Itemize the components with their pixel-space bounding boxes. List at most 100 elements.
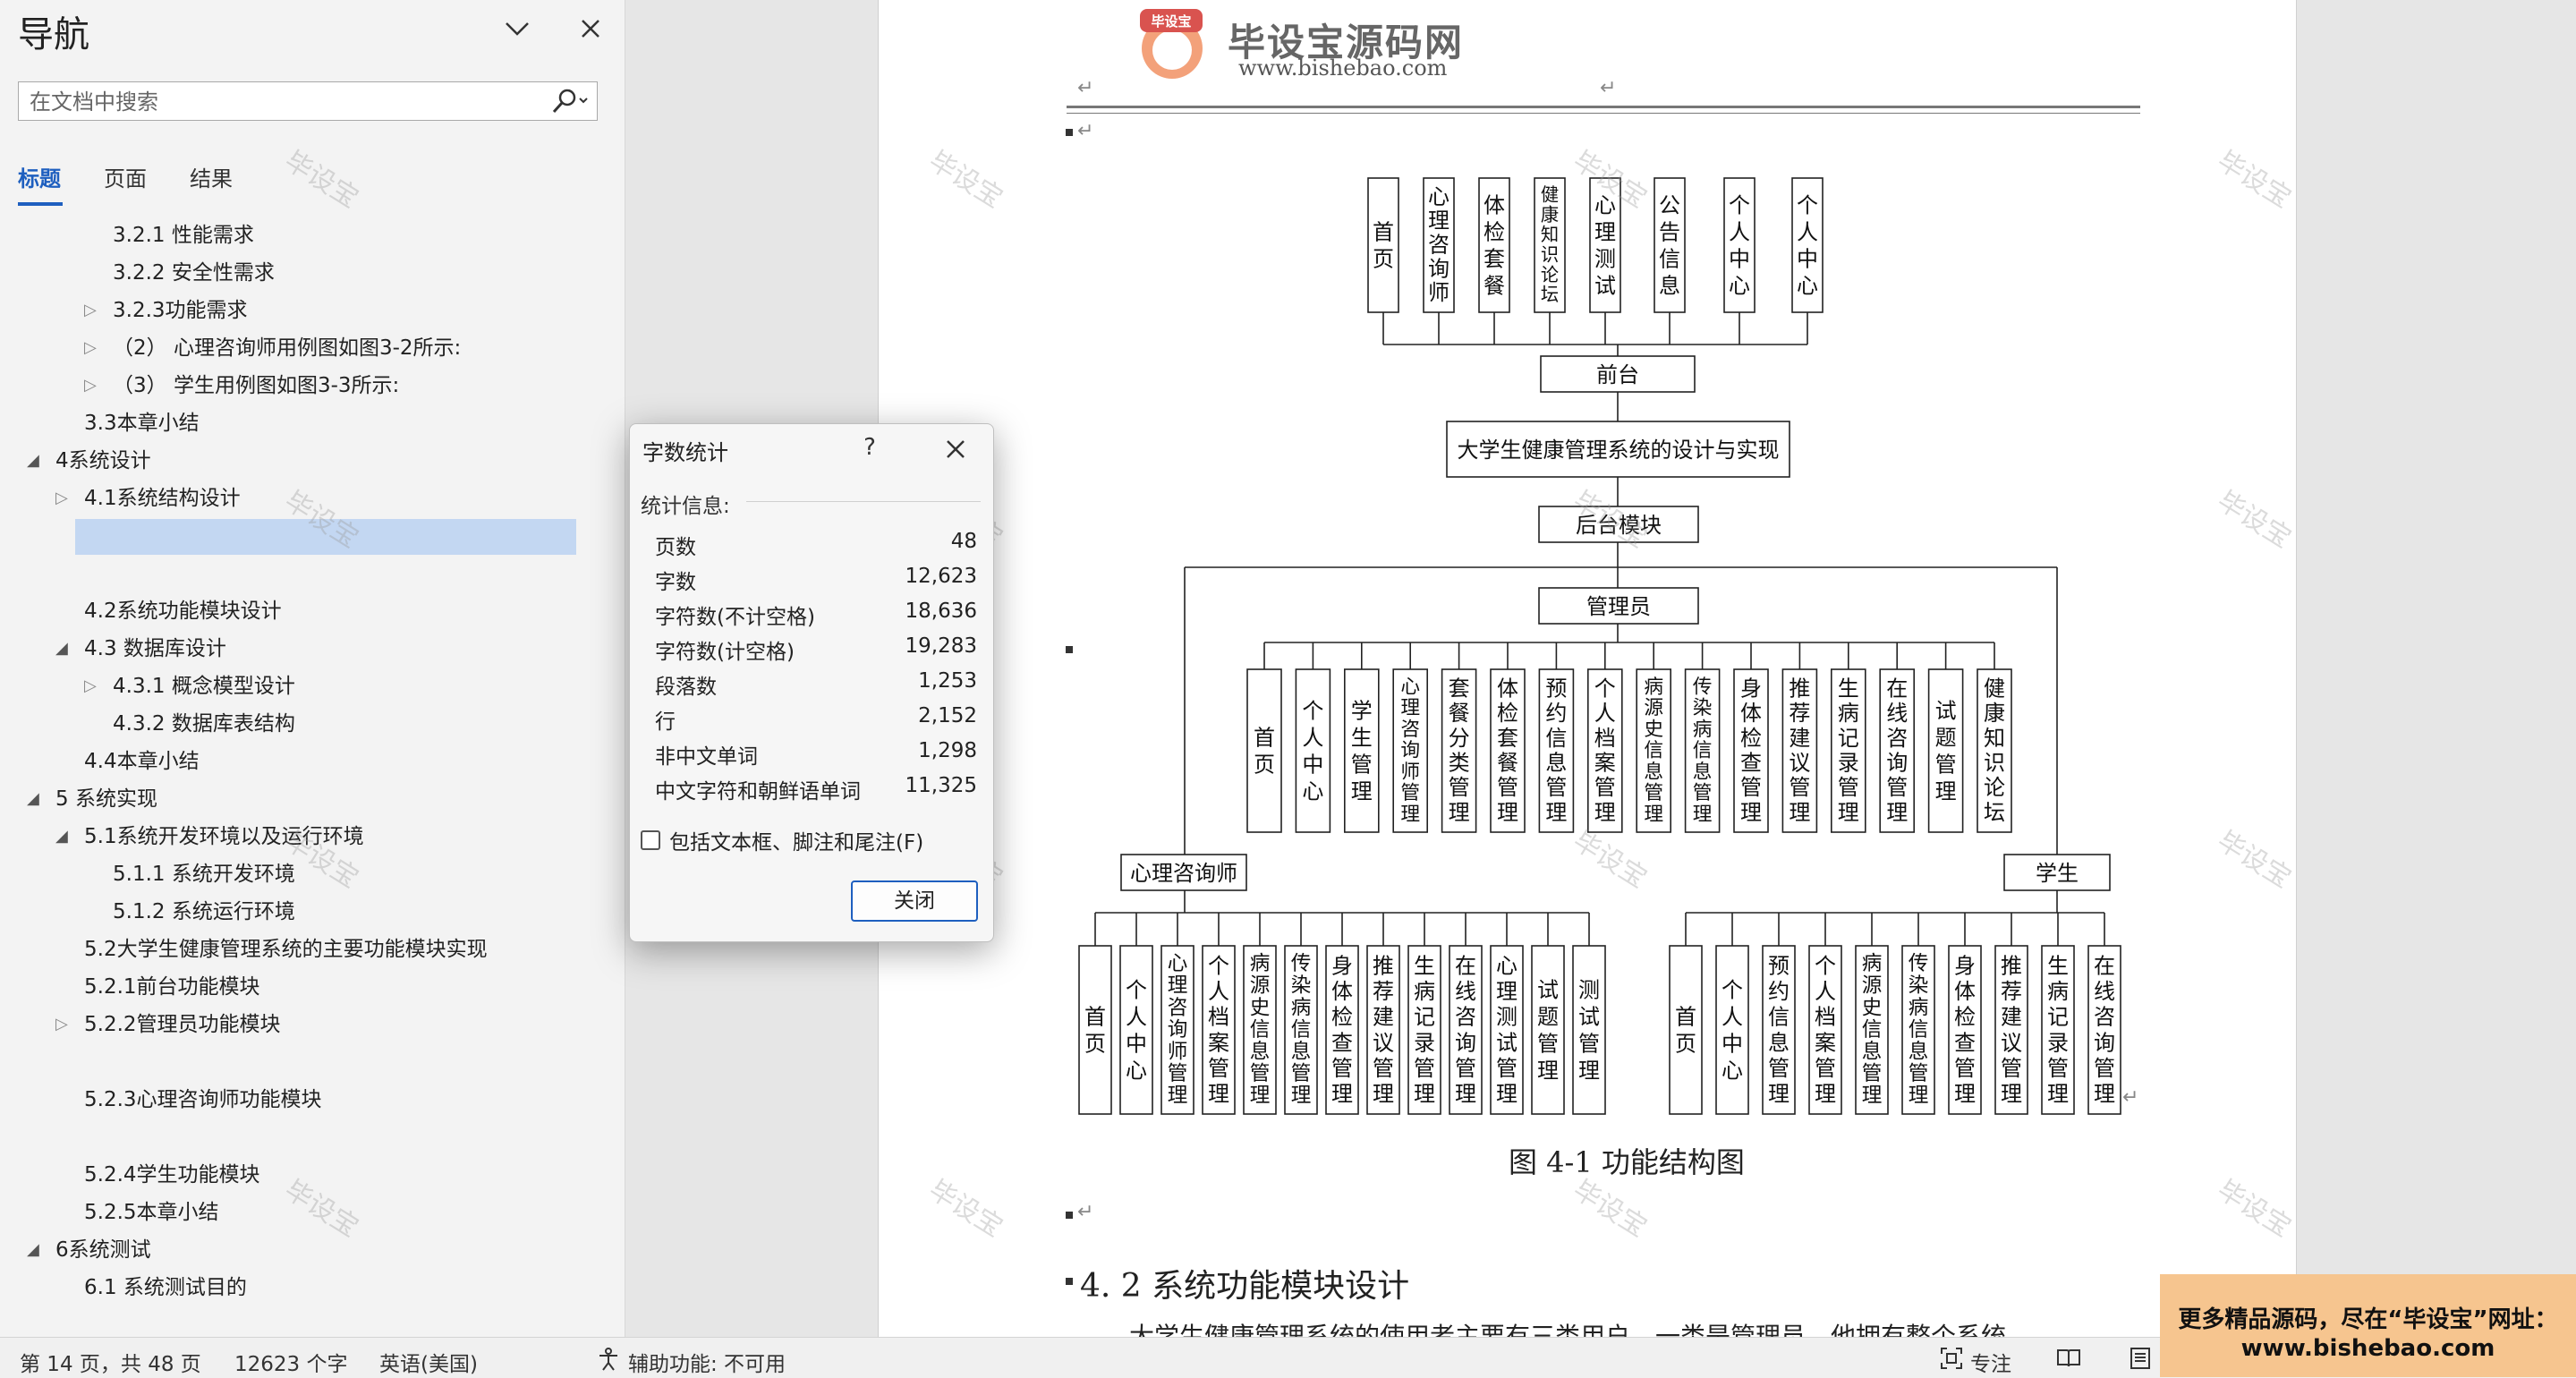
collapse-caret-icon[interactable]: ◢ <box>27 447 39 475</box>
stat-label: 字数 <box>655 571 696 594</box>
module-label: 在线咨询管理 <box>1455 953 1476 1106</box>
outline-item[interactable]: 5.2.2管理员功能模块 <box>84 1010 281 1039</box>
print-layout-icon[interactable] <box>2130 1347 2151 1370</box>
module-label: 身体检查管理 <box>1740 676 1762 825</box>
outline-item[interactable]: 4.3.2 数据库表结构 <box>113 710 295 738</box>
nav-options-button[interactable] <box>499 11 535 47</box>
collapse-caret-icon[interactable]: ◢ <box>27 1236 39 1264</box>
module-label: 生病记录管理 <box>1414 953 1435 1106</box>
module-label: 在线咨询管理 <box>2094 953 2115 1106</box>
module-label: 健康知识论坛 <box>1984 676 2005 825</box>
module-label: 心理测试管理 <box>1496 953 1518 1106</box>
outline-item[interactable]: 6系统测试 <box>55 1236 151 1264</box>
module-box <box>1367 177 1399 313</box>
paragraph-mark: ↵ <box>1600 77 1617 99</box>
outline-item[interactable]: 5.2大学生健康管理系统的主要功能模块实现 <box>84 935 488 964</box>
outline-item[interactable]: （2） 心理咨询师用例图如图3-2所示: <box>113 334 461 362</box>
checkbox-label: 包括文本框、脚注和尾注(F) <box>669 831 924 855</box>
expand-caret-icon[interactable]: ▷ <box>84 296 97 325</box>
help-button[interactable]: ? <box>854 431 886 464</box>
nav-close-button[interactable] <box>573 11 608 47</box>
read-mode-icon[interactable] <box>2056 1348 2081 1368</box>
outline-item[interactable]: 3.2.1 性能需求 <box>113 221 254 250</box>
section-divider <box>746 501 981 502</box>
outline-item[interactable]: 5 系统实现 <box>55 785 157 813</box>
outline-item[interactable]: 4.2系统功能模块设计 <box>84 597 282 625</box>
module-box <box>1119 945 1153 1115</box>
module-label: 心理咨询师 <box>1428 184 1450 305</box>
expand-caret-icon[interactable]: ▷ <box>55 1010 68 1039</box>
outline-item[interactable]: （3） 学生用例图如图3-3所示: <box>113 371 399 400</box>
expand-caret-icon[interactable]: ▷ <box>55 484 68 513</box>
outline-item[interactable]: 4.3 数据库设计 <box>84 634 226 663</box>
collapse-caret-icon[interactable]: ◢ <box>27 785 39 813</box>
outline-item[interactable]: 3.2.2 安全性需求 <box>113 259 275 287</box>
function-structure-diagram: 首页心理咨询师体检套餐健康知识论坛心理测试公告信息个人中心个人中心前台大学生健康… <box>1078 177 2121 1115</box>
outline-item[interactable]: 4.4本章小结 <box>84 747 200 776</box>
module-label: 传染病信息管理 <box>1909 952 1929 1107</box>
stat-label: 字符数(计空格) <box>655 641 795 664</box>
focus-mode-button[interactable]: 专注 <box>1970 1347 2011 1377</box>
paragraph-mark: ↵ <box>1077 120 1094 142</box>
close-icon <box>582 20 599 38</box>
tab-pages[interactable]: 页面 <box>104 161 147 192</box>
stat-row: 段落数 1,253 <box>655 669 977 703</box>
tab-headings[interactable]: 标题 <box>18 161 61 192</box>
outline-item[interactable]: 4系统设计 <box>55 447 151 475</box>
stat-row: 字数 12,623 <box>655 565 977 599</box>
dialog-close-button[interactable] <box>938 431 973 467</box>
checkbox-box[interactable] <box>641 830 660 850</box>
tab-results[interactable]: 结果 <box>190 161 233 192</box>
accessibility-icon[interactable] <box>596 1347 621 1372</box>
module-label: 套餐分类管理 <box>1449 676 1470 825</box>
collapse-caret-icon[interactable]: ◢ <box>55 822 68 851</box>
outline-item[interactable]: 6.1 系统测试目的 <box>84 1273 247 1302</box>
word-count-status[interactable]: 12623 个字 <box>234 1347 347 1377</box>
module-label: 病源史信息管理 <box>1862 952 1883 1107</box>
accessibility-status[interactable]: 辅助功能: 不可用 <box>628 1347 786 1377</box>
outline-item[interactable]: 5.1.2 系统运行环境 <box>113 897 295 926</box>
include-textboxes-checkbox[interactable]: 包括文本框、脚注和尾注(F) <box>641 825 923 855</box>
logo-badge: 毕设宝 <box>1151 13 1191 30</box>
focus-icon[interactable] <box>1940 1347 1963 1370</box>
module-label: 推荐建议管理 <box>1373 953 1394 1106</box>
search-input[interactable] <box>28 87 559 117</box>
outline-item[interactable]: 5.2.4学生功能模块 <box>84 1161 260 1189</box>
outline-item[interactable]: 5.2.5本章小结 <box>84 1198 219 1227</box>
stat-row: 中文字符和朝鲜语单词 11,325 <box>655 774 977 808</box>
watermark: 毕设宝 <box>278 145 364 215</box>
search-button[interactable] <box>545 86 593 116</box>
stat-label: 非中文单词 <box>655 745 758 769</box>
language-status[interactable]: 英语(美国) <box>379 1347 478 1377</box>
stats-section-label: 统计信息: <box>641 495 730 518</box>
stat-label: 页数 <box>655 536 696 559</box>
page-info[interactable]: 第 14 页，共 48 页 <box>20 1347 201 1377</box>
paragraph-bullet <box>1066 1278 1073 1285</box>
expand-caret-icon[interactable]: ▷ <box>84 371 97 400</box>
collapse-caret-icon[interactable]: ◢ <box>55 634 68 663</box>
module-label: 病源史信息管理 <box>1250 952 1271 1107</box>
promo-line-1: 更多精品源码，尽在“毕设宝”网址： <box>2178 1306 2558 1333</box>
promo-banner[interactable]: 更多精品源码，尽在“毕设宝”网址： www.bishebao.com <box>2160 1274 2576 1377</box>
outline-item[interactable]: 4.1系统结构设计 <box>84 484 241 513</box>
module-box <box>1246 668 1282 833</box>
outline-item[interactable]: 3.3本章小结 <box>84 409 200 438</box>
outline-item[interactable]: 5.2.1前台功能模块 <box>84 973 260 1001</box>
outline-item[interactable]: 5.1.1 系统开发环境 <box>113 860 295 889</box>
navigation-pane: 导航 标题 页面 结果 3.2.1 性能需求 3.2.2 安全性需求 ▷ 3.2… <box>0 0 625 1337</box>
stat-row: 非中文单词 1,298 <box>655 739 977 773</box>
outline-item[interactable]: 4.3.1 概念模型设计 <box>113 672 295 701</box>
expand-caret-icon[interactable]: ▷ <box>84 334 97 362</box>
stat-value: 48 <box>950 530 977 553</box>
stat-label: 字符数(不计空格) <box>655 606 815 629</box>
outline-item[interactable]: 3.2.3功能需求 <box>113 296 248 325</box>
figure-caption: 图 4-1 功能结构图 <box>1509 1145 1745 1179</box>
paragraph-mark: ↵ <box>1077 77 1094 99</box>
outline-item[interactable]: 5.2.3心理咨询师功能模块 <box>84 1085 322 1114</box>
nav-title: 导航 <box>18 14 89 55</box>
module-label: 个人档案管理 <box>1594 676 1616 825</box>
stat-value: 2,152 <box>918 704 977 727</box>
stat-value: 19,283 <box>905 634 977 658</box>
expand-caret-icon[interactable]: ▷ <box>84 672 97 701</box>
close-dialog-button[interactable]: 关闭 <box>851 880 978 922</box>
